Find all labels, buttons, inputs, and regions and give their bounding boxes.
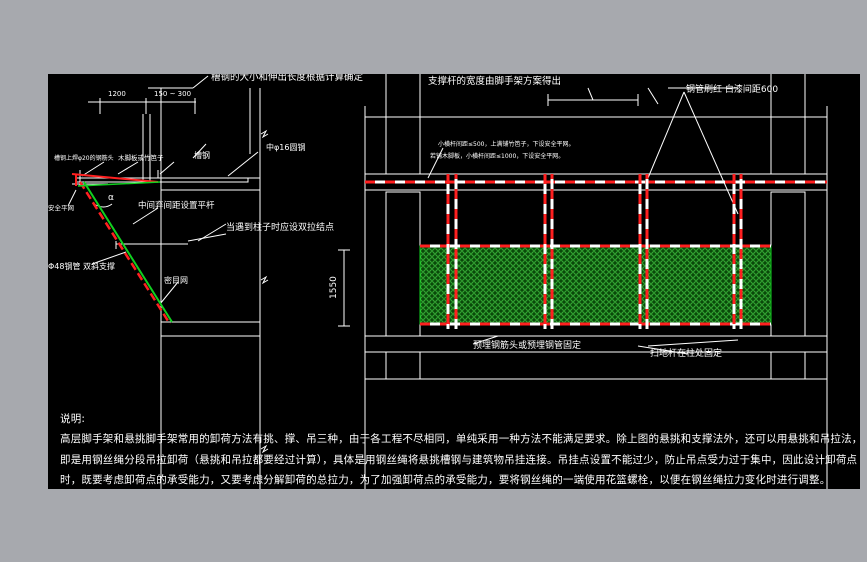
label-round-steel: 中φ16圆钢	[266, 142, 305, 152]
dim-1200: 1200	[108, 90, 126, 98]
notes-line-1: 高层脚手架和悬挑脚手架常用的卸荷方法有挑、撑、吊三种，由于各工程不尽相同，单纯采…	[60, 433, 863, 445]
label-column-tie: 当遇到柱子时应设双拉结点	[226, 221, 334, 233]
drawing-canvas: 1200 150 ~ 300 槽钢的大小和伸出长度根据计算确定 槽钢上焊φ20的…	[48, 74, 860, 489]
label-mid-bar: 中间弃间距设置平杆	[138, 200, 215, 211]
label-embedded: 预埋钢筋头或预埋钢管固定	[473, 339, 581, 351]
label-red-white-paint: 钢管刷红 白漆间距600	[686, 83, 778, 95]
label-channel: 槽钢	[194, 150, 210, 160]
label-sweep-bar: 扫地杆在柱处固定	[650, 347, 722, 359]
label-plank: 木脚板或竹笆子	[118, 153, 164, 162]
dim-1550: 1550	[329, 276, 339, 299]
notes-line-2: 即是用钢丝绳分段吊拉卸荷（悬挑和吊拉都要经过计算），具体是用钢丝绳将悬挑槽钢与建…	[60, 454, 858, 466]
label-channel-tie: 槽钢上焊φ20的钢筋头	[54, 154, 114, 162]
cad-drawing: 1200 150 ~ 300 槽钢的大小和伸出长度根据计算确定 槽钢上焊φ20的…	[48, 74, 828, 489]
label-mesh: 密目网	[164, 275, 188, 285]
note-support-width: 支撑杆的宽度由脚手架方案得出	[428, 75, 561, 87]
angle-alpha: α	[108, 193, 114, 203]
notes-title: 说明:	[60, 413, 86, 425]
note-channel-size: 槽钢的大小和伸出长度根据计算确定	[211, 74, 364, 83]
safety-mesh	[419, 245, 772, 325]
label-spacing-1: 小横杆间距≤500，上满铺竹笆子，下设安全平网。	[438, 140, 574, 148]
label-safety-net: 安全平网	[48, 203, 74, 212]
label-steel-pipe: Φ48钢管 双斜支撑	[48, 261, 115, 271]
dim-150-300: 150 ~ 300	[154, 90, 191, 98]
notes-line-3: 时，既要考虑卸荷点的承受能力，又要考虑分解卸荷的总拉力，为了加强卸荷点的承受能力…	[60, 474, 831, 486]
label-spacing-2: 若铺木脚板，小横杆间距≤1000，下设安全平网。	[430, 152, 564, 160]
